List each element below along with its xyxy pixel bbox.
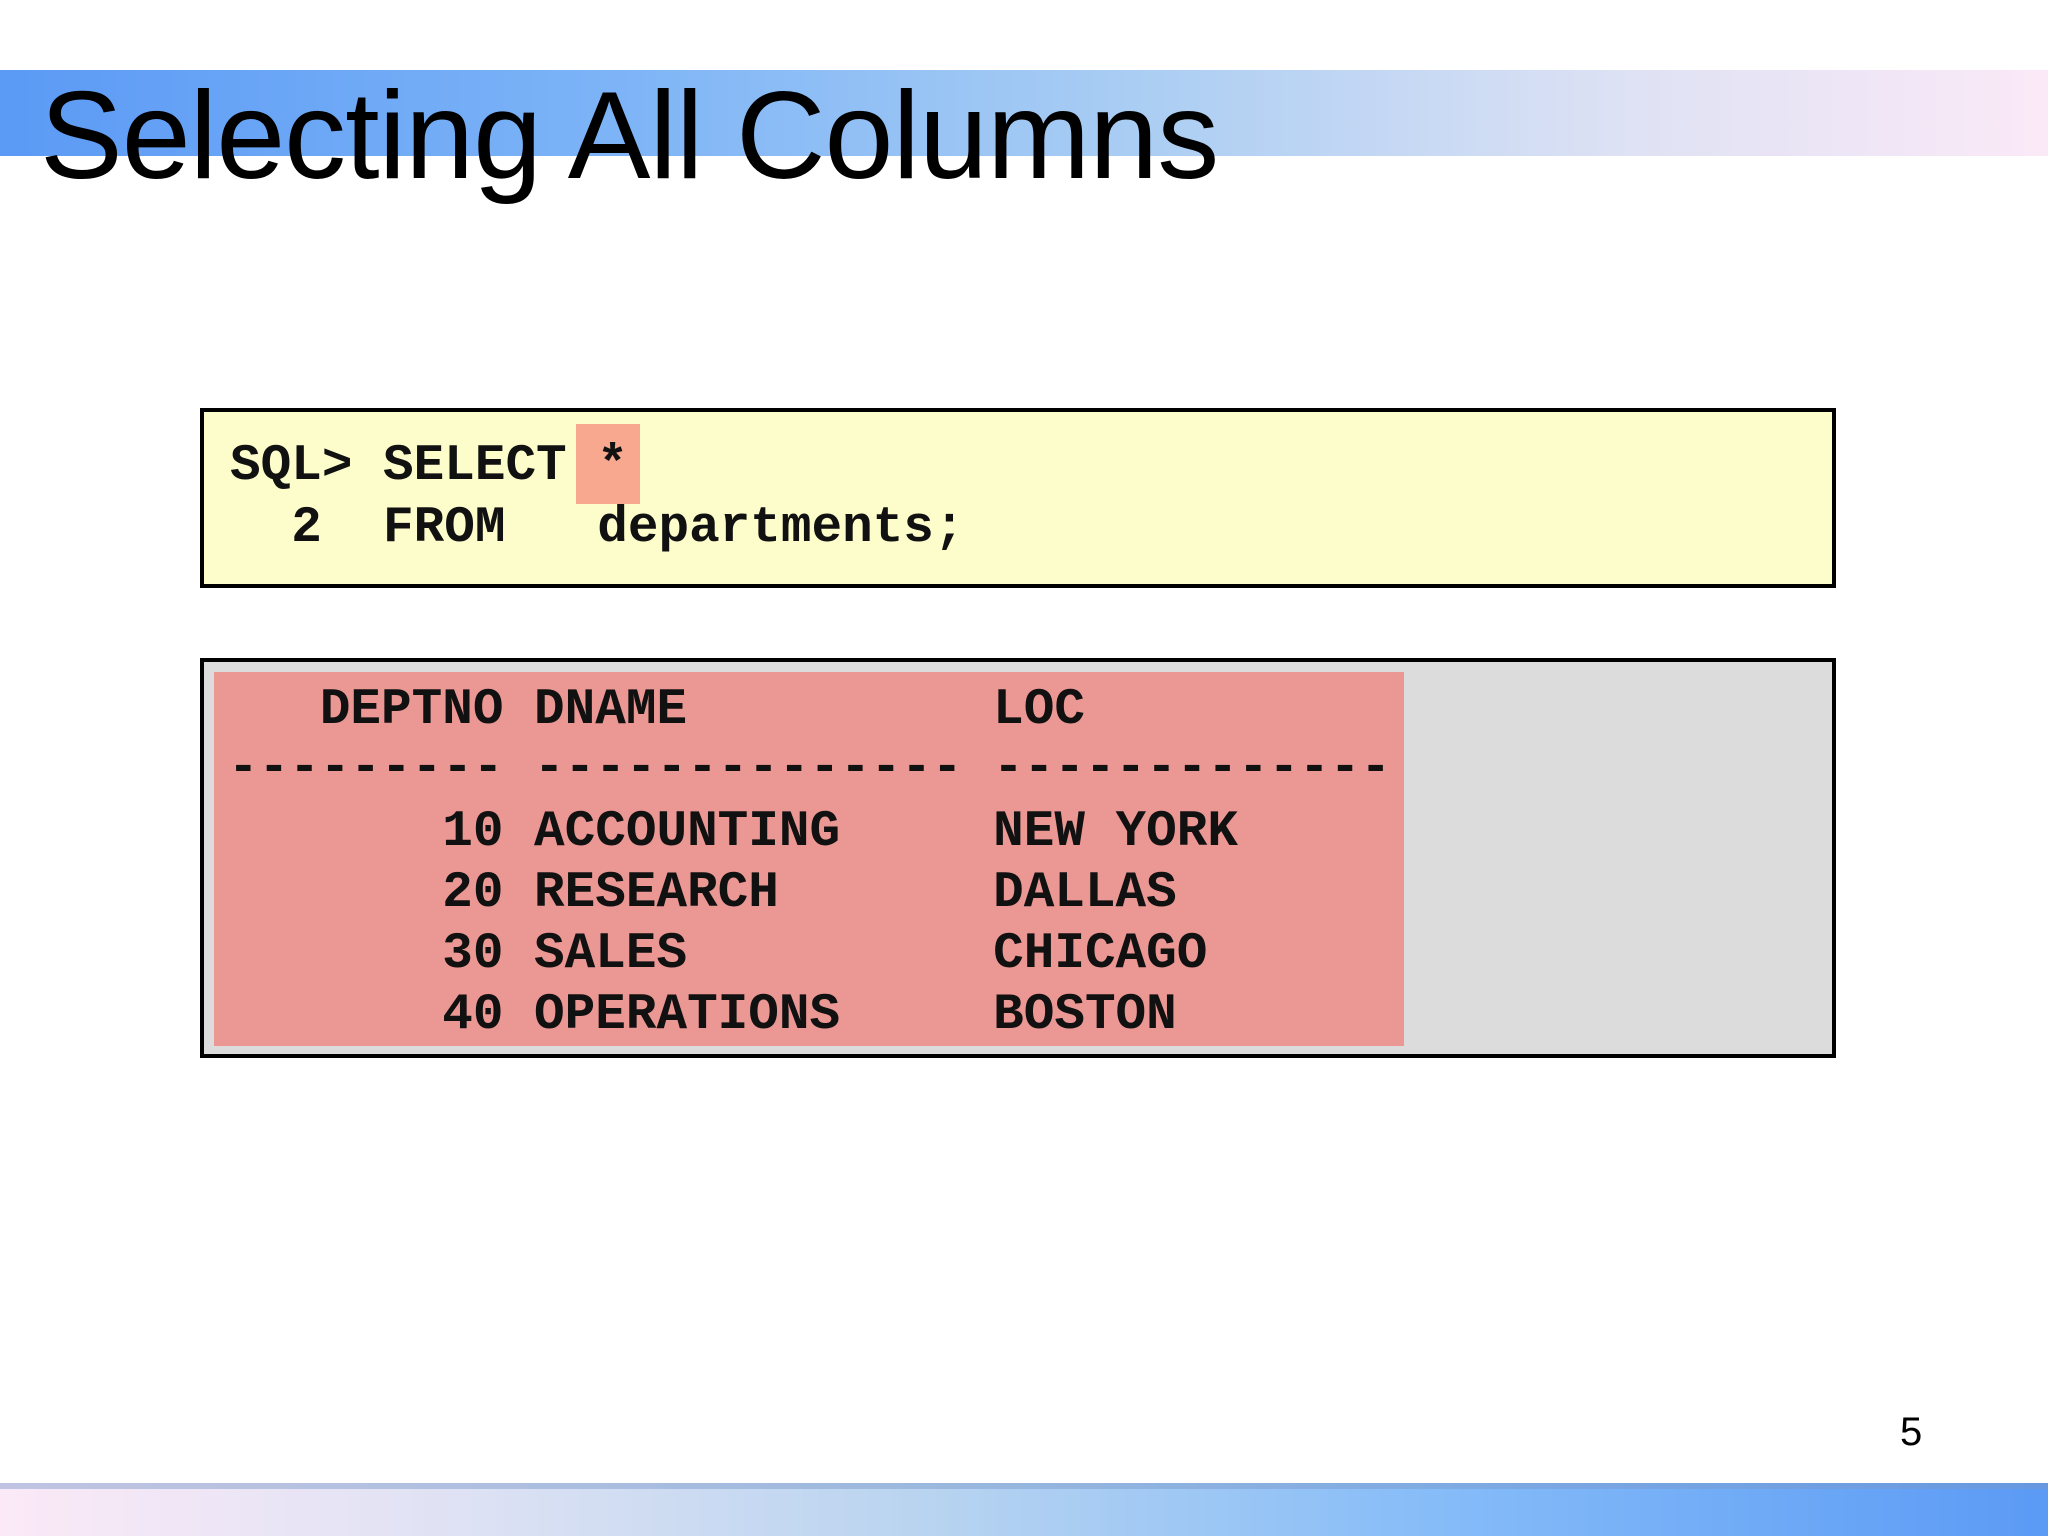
select-clause: SQL> SELECT bbox=[230, 438, 598, 495]
sql-query-box: SQL> SELECT * 2 FROM departments; bbox=[200, 408, 1836, 588]
query-line-1: SQL> SELECT * bbox=[230, 436, 628, 497]
slide: Selecting All Columns SQL> SELECT * 2 FR… bbox=[0, 0, 2048, 1536]
result-row: 30 SALES CHICAGO bbox=[228, 926, 1208, 983]
result-row: 20 RESEARCH DALLAS bbox=[228, 865, 1177, 922]
asterisk: * bbox=[597, 438, 628, 495]
result-row: 40 OPERATIONS BOSTON bbox=[228, 987, 1177, 1044]
slide-title: Selecting All Columns bbox=[40, 67, 1219, 205]
query-line-2: 2 FROM departments; bbox=[230, 500, 965, 557]
result-header: DEPTNO DNAME LOC bbox=[228, 682, 1085, 739]
result-separator: --------- -------------- ------------- bbox=[228, 740, 1391, 797]
page-number: 5 bbox=[1900, 1410, 1923, 1454]
footer-banner bbox=[0, 1483, 2048, 1536]
query-result-box: DEPTNO DNAME LOC --------- -------------… bbox=[200, 658, 1836, 1058]
result-row: 10 ACCOUNTING NEW YORK bbox=[228, 804, 1238, 861]
